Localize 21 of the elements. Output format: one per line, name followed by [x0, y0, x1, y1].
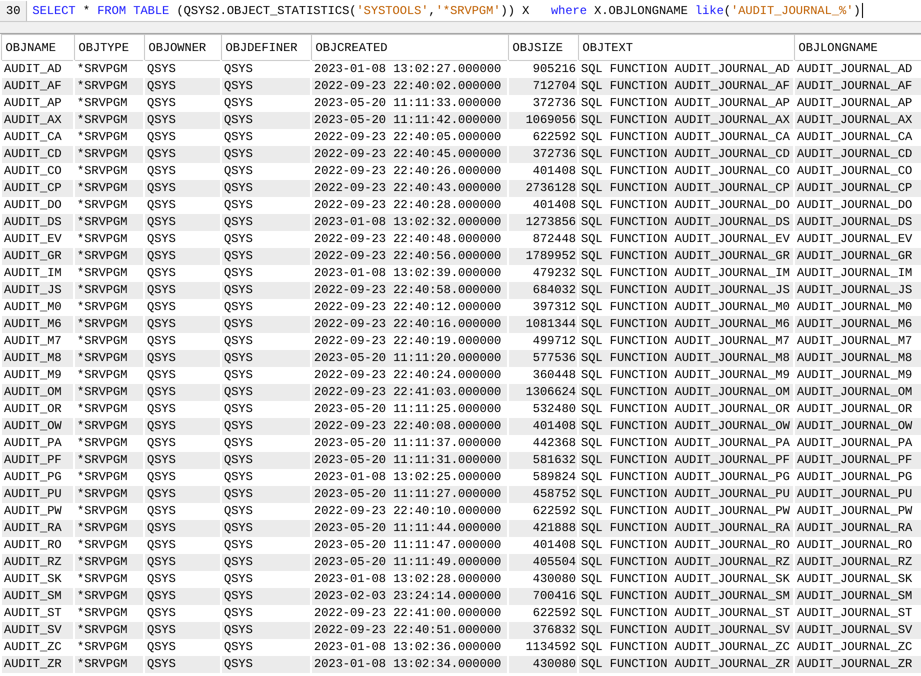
table-cell: QSYS	[221, 656, 311, 673]
column-header[interactable]: OBJOWNER	[144, 34, 221, 60]
column-header[interactable]: OBJDEFINER	[221, 34, 311, 60]
sql-query: SELECT * FROM TABLE (QSYS2.OBJECT_STATISTICS('SYSTOOLS','*SRVPGM')) X where X.OBJLONGNAME like('AUDIT_JOURNAL_%')	[32, 2, 861, 20]
line-number: 30	[0, 0, 28, 20]
sql-editor[interactable]: 30 SELECT * FROM TABLE (QSYS2.OBJECT_STATISTICS('SYSTOOLS','*SRVPGM')) X where X.OBJLONGNAME like('AUDIT_JOURNAL_%')	[0, 0, 921, 22]
column-header[interactable]: OBJNAME	[1, 34, 74, 60]
table-cell: 430080	[508, 656, 578, 673]
table-cell: AUDIT_ZR	[1, 656, 74, 673]
table-cell: AUDIT_JOURNAL_ZR	[794, 656, 921, 673]
column-header[interactable]: OBJCREATED	[311, 34, 508, 60]
splitter-bar[interactable]	[0, 22, 921, 34]
column-header[interactable]: OBJTYPE	[74, 34, 144, 60]
column-header[interactable]: OBJTEXT	[578, 34, 794, 60]
table-cell: QSYS	[144, 656, 221, 673]
table-cell: SQL FUNCTION AUDIT_JOURNAL_ZR	[578, 656, 794, 673]
column-header[interactable]: OBJLONGNAME	[794, 34, 921, 60]
column-header[interactable]: OBJSIZE	[508, 34, 578, 60]
table-cell: 2023-01-08 13:02:34.000000	[311, 656, 508, 673]
table-cell: *SRVPGM	[74, 656, 144, 673]
text-cursor	[862, 3, 863, 18]
